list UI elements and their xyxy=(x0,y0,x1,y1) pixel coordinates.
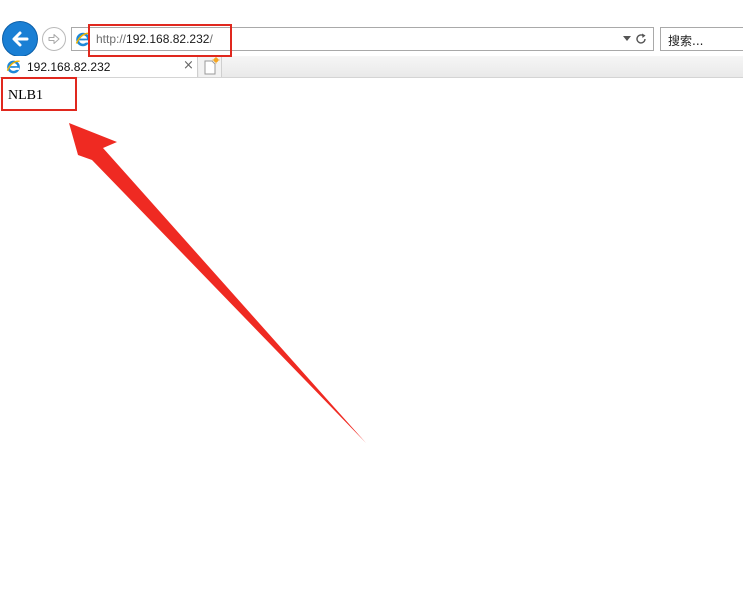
annotation-arrow xyxy=(69,123,366,443)
annotation-arrow-shape xyxy=(69,123,366,443)
